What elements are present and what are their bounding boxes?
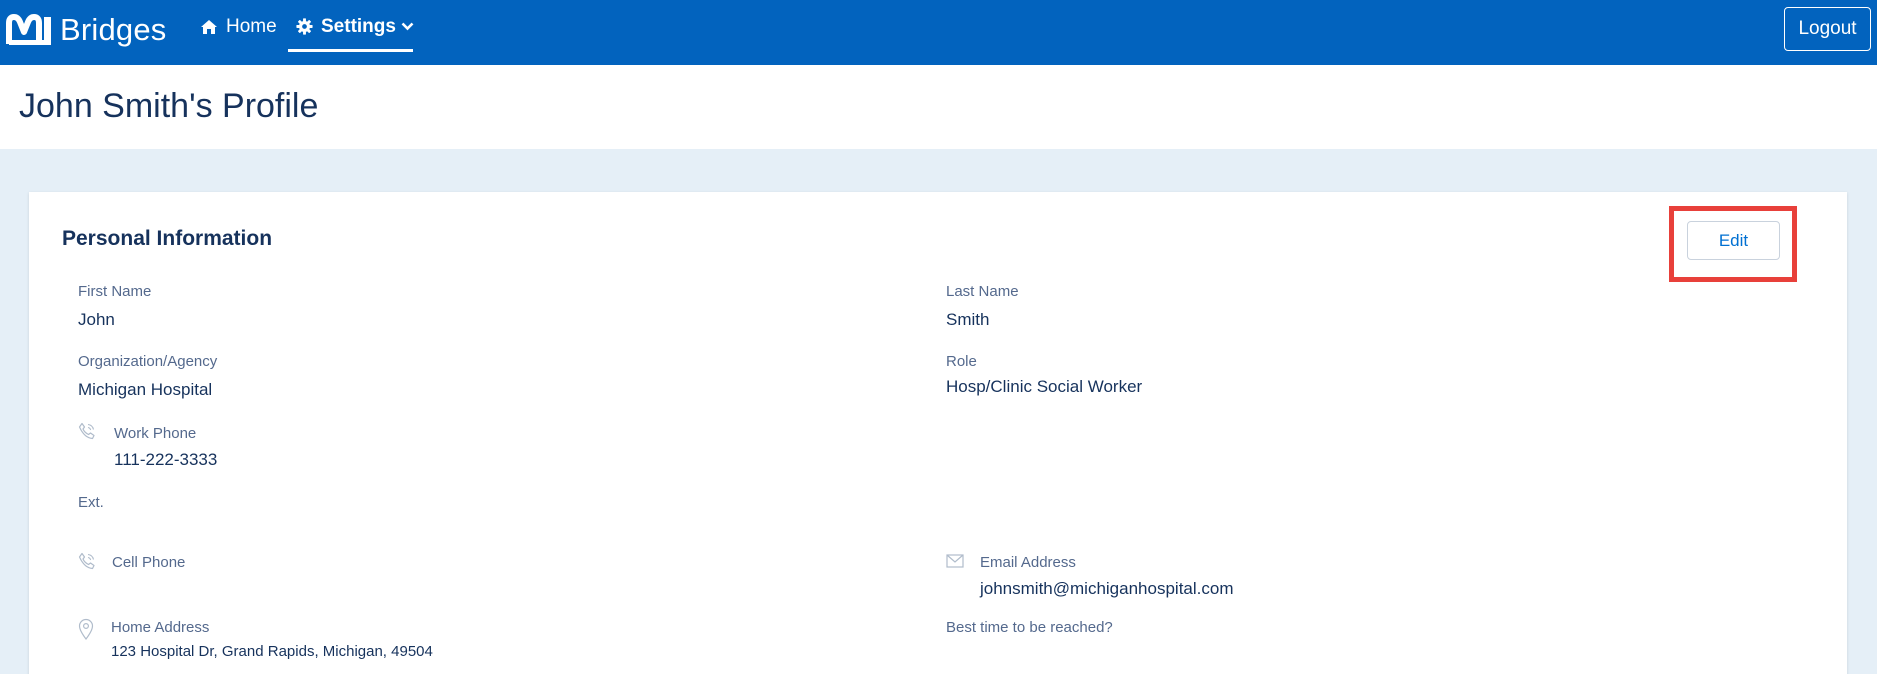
first-name-label: First Name bbox=[78, 283, 152, 300]
logout-button[interactable]: Logout bbox=[1784, 7, 1871, 51]
logo-text: Bridges bbox=[60, 12, 167, 47]
email-value: johnsmith@michiganhospital.com bbox=[980, 579, 1234, 598]
work-phone-value: 111-222-3333 bbox=[114, 450, 218, 469]
gear-icon bbox=[296, 18, 313, 35]
best-time-label: Best time to be reached? bbox=[946, 619, 1113, 636]
location-pin-icon bbox=[78, 618, 94, 640]
email-label: Email Address bbox=[980, 554, 1076, 571]
role-value: Hosp/Clinic Social Worker bbox=[946, 377, 1143, 396]
home-address-value: 123 Hospital Dr, Grand Rapids, Michigan,… bbox=[111, 643, 433, 660]
organization-value: Michigan Hospital bbox=[78, 380, 213, 399]
phone-icon bbox=[78, 552, 95, 570]
page-title: John Smith's Profile bbox=[19, 87, 319, 125]
active-nav-indicator bbox=[288, 49, 413, 52]
last-name-value: Smith bbox=[946, 310, 990, 329]
work-phone-label: Work Phone bbox=[114, 425, 197, 442]
role-label: Role bbox=[946, 353, 977, 370]
home-icon bbox=[201, 19, 217, 34]
home-address-label: Home Address bbox=[111, 619, 210, 636]
cell-phone-label: Cell Phone bbox=[112, 554, 186, 571]
nav-settings-label: Settings bbox=[321, 15, 396, 37]
section-title: Personal Information bbox=[62, 227, 273, 250]
organization-label: Organization/Agency bbox=[78, 353, 218, 370]
personal-information-card: Personal Information Edit First Name Joh… bbox=[29, 192, 1847, 674]
top-nav-bar: Bridges Home Settings Logout bbox=[0, 0, 1877, 65]
mi-bridges-logo[interactable]: Bridges bbox=[6, 12, 167, 48]
edit-button[interactable]: Edit bbox=[1687, 221, 1780, 260]
envelope-icon bbox=[946, 554, 964, 568]
nav-home-label: Home bbox=[226, 15, 277, 37]
page-header: John Smith's Profile bbox=[0, 65, 1877, 149]
nav-home[interactable]: Home bbox=[200, 0, 277, 53]
ext-label: Ext. bbox=[78, 494, 104, 511]
phone-icon bbox=[78, 422, 95, 440]
mi-logo-icon bbox=[6, 14, 51, 45]
nav-settings[interactable]: Settings bbox=[296, 0, 422, 53]
first-name-value: John bbox=[78, 310, 115, 329]
chevron-down-icon bbox=[401, 22, 414, 31]
last-name-label: Last Name bbox=[946, 283, 1019, 300]
